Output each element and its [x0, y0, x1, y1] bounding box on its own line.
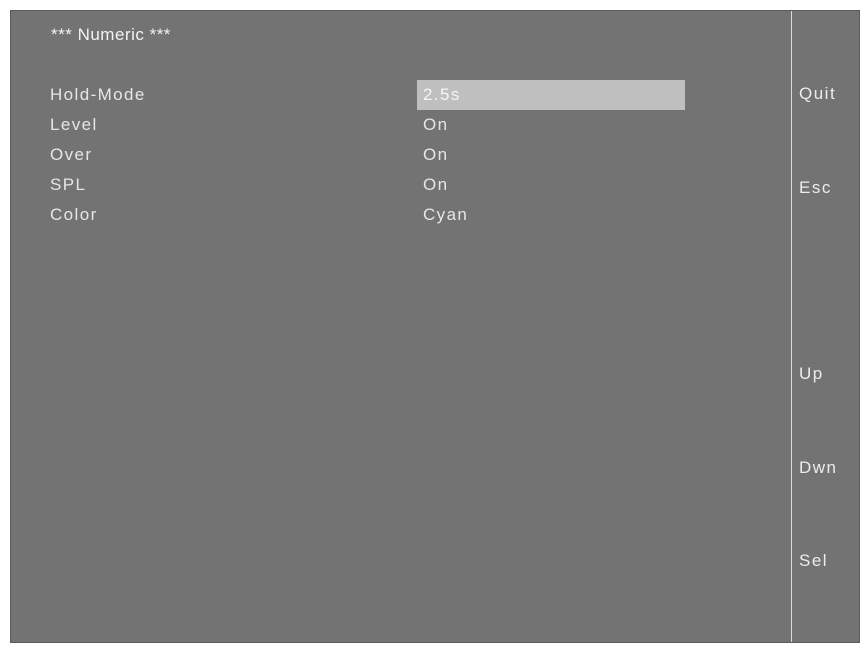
sel-softkey[interactable]: Sel	[799, 551, 828, 571]
menu-row-spl[interactable]: SPL On	[11, 170, 791, 200]
menu-value[interactable]: On	[417, 110, 685, 140]
menu-value[interactable]: On	[417, 140, 685, 170]
dwn-softkey[interactable]: Dwn	[799, 458, 838, 478]
settings-menu: Hold-Mode 2.5s Level On Over On SPL On C…	[11, 80, 791, 230]
menu-label: Level	[50, 115, 98, 134]
menu-label: SPL	[50, 175, 87, 194]
menu-label: Over	[50, 145, 93, 164]
menu-value[interactable]: 2.5s	[417, 80, 685, 110]
up-softkey[interactable]: Up	[799, 364, 824, 384]
menu-row-color[interactable]: Color Cyan	[11, 200, 791, 230]
menu-value[interactable]: On	[417, 170, 685, 200]
menu-row-over[interactable]: Over On	[11, 140, 791, 170]
softkey-divider	[791, 11, 792, 642]
device-screen: *** Numeric *** Hold-Mode 2.5s Level On …	[10, 10, 860, 643]
esc-softkey[interactable]: Esc	[799, 178, 832, 198]
menu-label: Color	[50, 205, 98, 224]
quit-softkey[interactable]: Quit	[799, 84, 836, 104]
page-title: *** Numeric ***	[51, 25, 171, 44]
menu-label: Hold-Mode	[50, 85, 146, 104]
menu-row-hold-mode[interactable]: Hold-Mode 2.5s	[11, 80, 791, 110]
menu-value[interactable]: Cyan	[417, 200, 685, 230]
menu-row-level[interactable]: Level On	[11, 110, 791, 140]
